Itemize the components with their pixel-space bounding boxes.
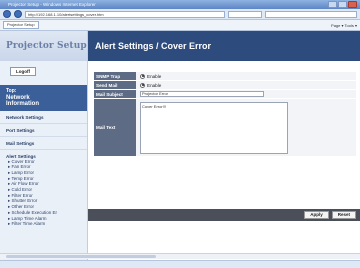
page-header: Alert Settings / Cover Error [88, 31, 360, 61]
reset-button[interactable]: Reset [331, 211, 356, 219]
sidebar-item-label: Lamp Time Alarm [11, 215, 47, 221]
tab-bar: Projector Setup Page ▾ Tools ▾ [0, 20, 360, 31]
sidebar-item-label: Filter Time Alarm [11, 221, 46, 227]
mail-text-label: Mail Text [94, 99, 136, 157]
sidebar: Projector Setup Logoff Top: Network Info… [0, 31, 88, 260]
sidebar-item-filter-time-alarm[interactable]: ▸ Filter Time Alarm [0, 221, 87, 227]
horizontal-scrollbar[interactable] [0, 253, 360, 259]
logout-area: Logoff [0, 61, 87, 81]
logoff-button[interactable]: Logoff [10, 66, 36, 76]
sidebar-item-network-information[interactable]: Top: Network Information [0, 85, 87, 111]
mail-text-row: Mail Text Cover Error!!! [94, 99, 356, 157]
mail-text-area[interactable]: Cover Error!!! [140, 101, 288, 154]
sidebar-item-label: Schedule Execution Er [11, 209, 58, 215]
sidebar-item-port-settings[interactable]: Port Settings [0, 124, 87, 137]
status-bar [0, 260, 360, 268]
back-button[interactable] [3, 10, 11, 18]
refresh-stop-controls[interactable] [228, 10, 262, 18]
sidebar-item-label: Temp Error [11, 175, 34, 181]
snmp-trap-value: Enable [136, 72, 356, 81]
close-button[interactable] [348, 1, 357, 8]
snmp-trap-row: SNMP Trap Enable [94, 72, 356, 81]
mail-text-cell: Cover Error!!! [136, 99, 356, 157]
send-mail-value: Enable [136, 81, 356, 90]
maximize-button[interactable] [338, 1, 347, 8]
snmp-trap-label: SNMP Trap [94, 72, 136, 81]
command-bar[interactable]: Page ▾ Tools ▾ [331, 23, 357, 28]
address-field[interactable]: http://192.168.1.10/alertsettings_cover.… [25, 10, 225, 18]
sidebar-group-alert-settings[interactable]: Alert Settings [0, 150, 87, 159]
apply-button[interactable]: Apply [304, 211, 329, 219]
page-title: Alert Settings / Cover Error [95, 41, 212, 51]
send-mail-enable-checkbox[interactable] [140, 82, 145, 88]
browser-title-bar: Projector Setup - Windows Internet Explo… [0, 0, 360, 9]
scrollbar-thumb[interactable] [6, 255, 156, 258]
main-panel: Alert Settings / Cover Error SNMP Trap E… [88, 31, 360, 260]
sidebar-item-label: Lamp Error [11, 169, 35, 175]
snmp-trap-enable-label: Enable [147, 73, 162, 79]
sidebar-item-mail-settings[interactable]: Mail Settings [0, 137, 87, 150]
sidebar-item-label: Other Error [11, 204, 35, 210]
sidebar-item-label: Cold Error [11, 187, 33, 193]
mail-subject-row: Mail Subject Projector Error [94, 90, 356, 99]
tab-projector-setup[interactable]: Projector Setup [3, 21, 39, 29]
window-controls [328, 1, 357, 8]
send-mail-label: Send Mail [94, 81, 136, 90]
send-mail-row: Send Mail Enable [94, 81, 356, 90]
snmp-trap-enable-checkbox[interactable] [140, 73, 145, 79]
mail-subject-input[interactable]: Projector Error [140, 91, 264, 97]
send-mail-enable-label: Enable [147, 82, 162, 88]
sidebar-item-label: Cover Error [11, 158, 35, 164]
brand-header: Projector Setup [0, 31, 87, 61]
address-toolbar: http://192.168.1.10/alertsettings_cover.… [0, 9, 360, 20]
sidebar-item-label: Fan Error [11, 164, 31, 170]
mail-subject-cell: Projector Error [136, 90, 356, 99]
alert-settings-form: SNMP Trap Enable Send Mail Enable Mail S… [94, 72, 356, 157]
page-content: Projector Setup Logoff Top: Network Info… [0, 31, 360, 268]
sidebar-item-label: Filter Error [11, 192, 33, 198]
information-label: Information [6, 101, 39, 107]
action-bar: Apply Reset [88, 209, 360, 221]
brand-title: Projector Setup [6, 41, 87, 51]
window-title: Projector Setup - Windows Internet Explo… [8, 2, 96, 7]
sidebar-item-label: Air Flow Error [11, 181, 39, 187]
sidebar-item-label: Shutter Error [11, 198, 38, 204]
sidebar-item-network-settings[interactable]: Network Settings [0, 111, 87, 124]
minimize-button[interactable] [328, 1, 337, 8]
search-input[interactable] [265, 10, 357, 18]
forward-button[interactable] [14, 10, 22, 18]
mail-subject-label: Mail Subject [94, 90, 136, 99]
